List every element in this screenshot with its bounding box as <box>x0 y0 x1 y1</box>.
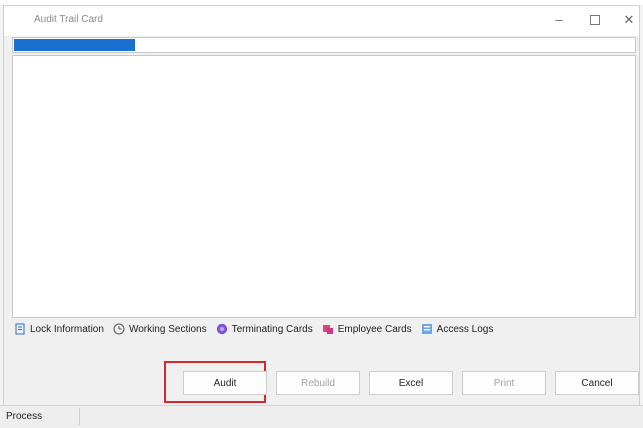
lock-info-icon <box>15 323 25 335</box>
audit-results-panel[interactable] <box>12 55 636 318</box>
tab-working-sections[interactable]: Working Sections <box>113 323 207 335</box>
tab-employee-cards[interactable]: Employee Cards <box>322 323 412 335</box>
tab-lock-information[interactable]: Lock Information <box>14 323 104 335</box>
tab-terminating-cards-label: Terminating Cards <box>231 323 313 335</box>
tab-lock-information-label: Lock Information <box>30 323 104 335</box>
window-title: Audit Trail Card <box>34 14 103 25</box>
tab-access-logs-label: Access Logs <box>436 323 494 335</box>
tab-terminating-cards[interactable]: Terminating Cards <box>216 323 313 335</box>
maximize-icon <box>590 14 600 25</box>
close-button[interactable]: ✕ <box>614 10 643 30</box>
status-text: Process <box>2 408 80 425</box>
tab-strip: Lock Information Working Sections Termin… <box>14 318 614 340</box>
print-button[interactable]: Print <box>462 371 546 395</box>
rebuild-button[interactable]: Rebuild <box>276 371 360 395</box>
access-logs-icon <box>421 324 432 334</box>
tab-access-logs[interactable]: Access Logs <box>421 323 494 335</box>
clock-icon <box>113 323 125 335</box>
tab-working-sections-label: Working Sections <box>128 323 207 335</box>
maximize-button[interactable] <box>580 10 610 30</box>
minimize-button[interactable]: – <box>544 10 574 30</box>
audit-button[interactable]: Audit <box>183 371 267 395</box>
progress-bar <box>12 37 636 53</box>
purple-circle-icon <box>216 323 227 335</box>
title-bar: Audit Trail Card – ✕ <box>4 6 639 36</box>
progress-bar-fill <box>14 39 135 51</box>
cancel-button[interactable]: Cancel <box>555 371 639 395</box>
excel-button[interactable]: Excel <box>369 371 453 395</box>
employee-cards-icon <box>322 325 333 334</box>
status-bar: Process <box>0 405 643 428</box>
tab-employee-cards-label: Employee Cards <box>337 323 412 335</box>
